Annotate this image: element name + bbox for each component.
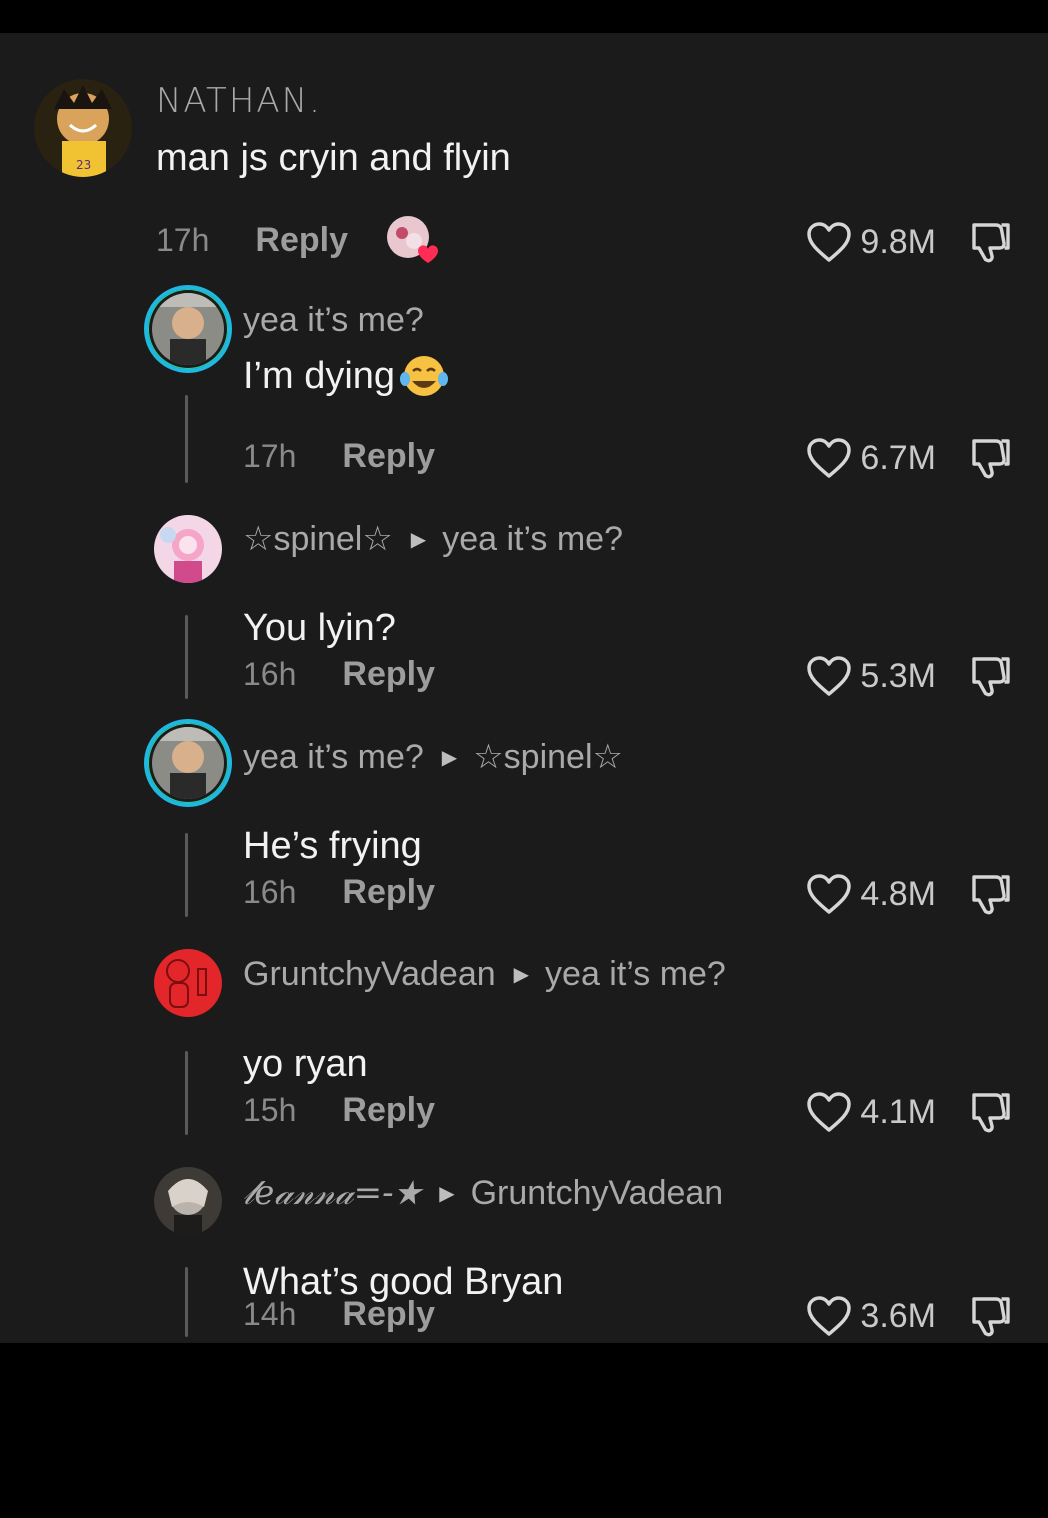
like-button[interactable]: 9.8M xyxy=(806,221,936,263)
thumbs-down-icon xyxy=(972,223,1010,263)
comment-text: He’s frying xyxy=(243,825,422,867)
comment-text: You lyin? xyxy=(243,607,396,649)
svg-text:23: 23 xyxy=(76,158,91,172)
reply-button[interactable]: Reply xyxy=(342,1295,435,1334)
reply-button[interactable]: Reply xyxy=(342,1091,435,1130)
heart-outline-icon xyxy=(807,656,852,696)
thread-line xyxy=(185,1267,188,1337)
reply-button[interactable]: Reply xyxy=(342,873,435,912)
dislike-button[interactable] xyxy=(968,871,1014,922)
comment-meta: 17h Reply xyxy=(156,221,348,260)
avatar[interactable]: 23 xyxy=(34,79,132,177)
thread-line xyxy=(185,833,188,917)
comment-timestamp: 14h xyxy=(243,1296,297,1332)
avatar-image xyxy=(154,949,222,1017)
like-count: 9.8M xyxy=(860,222,936,261)
dislike-button[interactable] xyxy=(968,435,1014,486)
triangle-right-icon: ▶ xyxy=(441,746,458,769)
like-button[interactable]: 6.7M xyxy=(806,437,936,479)
heart-outline-icon xyxy=(807,1092,852,1132)
comment-text-content: I’m dying xyxy=(243,354,396,397)
tears-of-joy-emoji xyxy=(400,356,449,396)
comment-meta: 17h Reply xyxy=(243,437,435,476)
thread-line xyxy=(185,395,188,483)
like-button[interactable]: 4.8M xyxy=(806,873,936,915)
reply-author[interactable]: 𝓁𝑒𝒶𝓃𝓃𝒶=-★ xyxy=(243,1173,421,1213)
triangle-right-icon: ▶ xyxy=(410,528,427,551)
thumbs-down-icon xyxy=(972,1297,1010,1337)
comment-timestamp: 16h xyxy=(243,874,297,910)
thumbs-down-icon xyxy=(972,657,1010,697)
heart-outline-icon xyxy=(807,874,852,914)
like-count: 5.3M xyxy=(860,656,936,695)
comment-timestamp: 15h xyxy=(243,1092,297,1128)
dislike-button[interactable] xyxy=(968,653,1014,704)
reply-button[interactable]: Reply xyxy=(342,655,435,694)
comment-timestamp: 16h xyxy=(243,656,297,692)
comment-text: man js cryin and flyin xyxy=(156,137,511,179)
like-count: 4.1M xyxy=(860,1092,936,1131)
heart-outline-icon xyxy=(807,1296,852,1336)
creator-liked-badge xyxy=(386,215,438,263)
dislike-button[interactable] xyxy=(968,219,1014,270)
comment-meta: 16h Reply xyxy=(243,655,435,694)
thumbs-down-icon xyxy=(972,439,1010,479)
like-count: 3.6M xyxy=(860,1296,936,1335)
avatar-image xyxy=(154,1167,222,1235)
comment-meta: 16h Reply xyxy=(243,873,435,912)
avatar-image xyxy=(154,515,222,583)
comment-timestamp: 17h xyxy=(243,438,297,474)
like-button[interactable]: 5.3M xyxy=(806,655,936,697)
reply-button[interactable]: Reply xyxy=(342,437,435,476)
comment-meta: 14h Reply xyxy=(243,1295,435,1334)
like-count: 4.8M xyxy=(860,874,936,913)
avatar[interactable] xyxy=(144,285,232,373)
triangle-right-icon: ▶ xyxy=(439,1182,455,1205)
like-count: 6.7M xyxy=(860,438,936,477)
comment-username[interactable]: NATHAN. xyxy=(156,81,322,121)
like-button[interactable]: 3.6M xyxy=(806,1295,936,1337)
reply-to-user[interactable]: GruntchyVadean xyxy=(471,1174,724,1213)
dislike-button[interactable] xyxy=(968,1293,1014,1344)
heart-outline-icon xyxy=(807,438,852,478)
comment-username[interactable]: yea it’s me? xyxy=(243,301,424,340)
avatar[interactable] xyxy=(144,719,232,807)
thread-line xyxy=(185,1051,188,1135)
reply-to-user[interactable]: yea it’s me? xyxy=(442,520,623,559)
comment-text: I’m dying xyxy=(243,353,449,399)
comment-username: ☆spinel☆ ▶ yea it’s me? xyxy=(243,519,623,559)
avatar[interactable] xyxy=(154,949,222,1017)
reply-button[interactable]: Reply xyxy=(255,221,348,260)
reply-author[interactable]: ☆spinel☆ xyxy=(243,519,393,559)
thumbs-down-icon xyxy=(972,875,1010,915)
comment-username: yea it’s me? ▶ ☆spinel☆ xyxy=(243,737,623,777)
avatar[interactable] xyxy=(154,515,222,583)
liked-heart-icon xyxy=(418,245,438,263)
comment-username: 𝓁𝑒𝒶𝓃𝓃𝒶=-★ ▶ GruntchyVadean xyxy=(243,1173,723,1213)
dislike-button[interactable] xyxy=(968,1089,1014,1140)
like-button[interactable]: 4.1M xyxy=(806,1091,936,1133)
heart-outline-icon xyxy=(807,222,852,262)
comments-panel: 23 NATHAN. man js cryin and flyin 17h Re… xyxy=(0,33,1048,1343)
comment-text: yo ryan xyxy=(243,1043,368,1085)
comment-meta: 15h Reply xyxy=(243,1091,435,1130)
reply-author[interactable]: GruntchyVadean xyxy=(243,955,496,994)
avatar-image xyxy=(152,293,224,365)
triangle-right-icon: ▶ xyxy=(513,964,530,986)
avatar[interactable] xyxy=(154,1167,222,1235)
reply-author[interactable]: yea it’s me? xyxy=(243,738,424,777)
reply-to-user[interactable]: ☆spinel☆ xyxy=(473,737,623,777)
thread-line xyxy=(185,615,188,699)
thumbs-down-icon xyxy=(972,1093,1010,1133)
avatar-image xyxy=(152,727,224,799)
reply-to-user[interactable]: yea it’s me? xyxy=(545,955,726,994)
comment-timestamp: 17h xyxy=(156,222,210,258)
avatar-image: 23 xyxy=(34,79,132,177)
comment-username: GruntchyVadean ▶ yea it’s me? xyxy=(243,955,726,994)
creator-avatar-icon xyxy=(387,216,438,263)
